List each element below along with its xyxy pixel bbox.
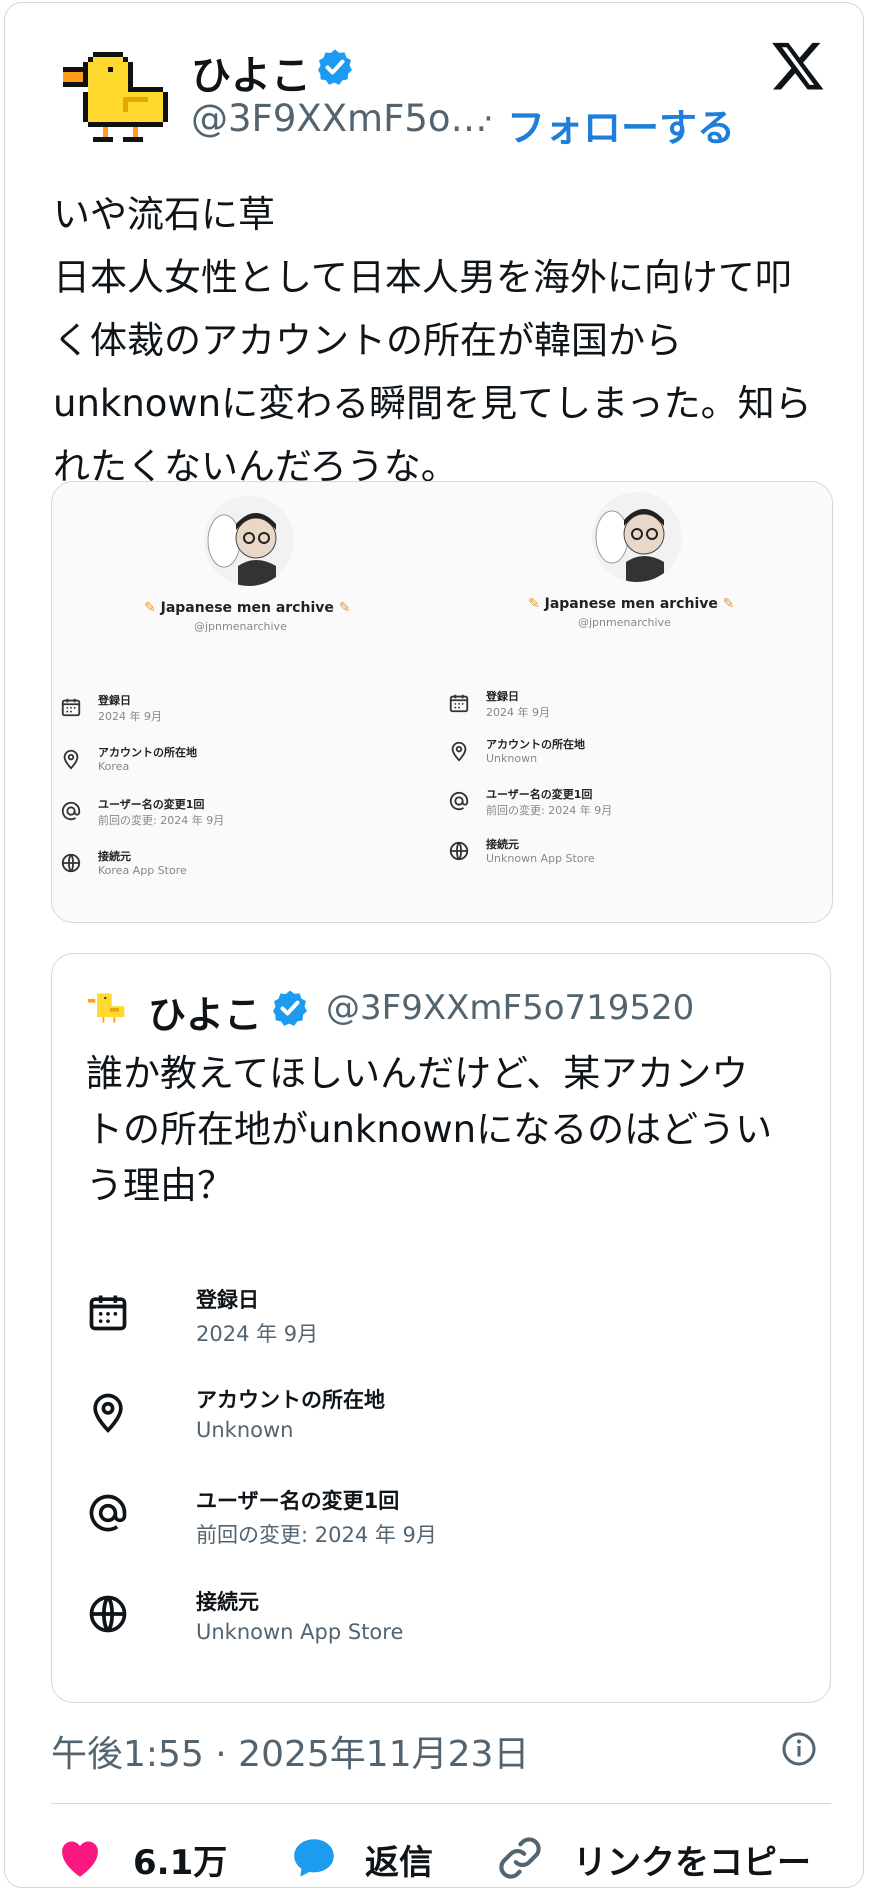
globe-icon <box>89 1595 127 1633</box>
divider <box>51 1803 831 1804</box>
location-pin-icon <box>451 741 467 762</box>
copy-link-button[interactable]: リンクをコピー <box>495 1829 825 1889</box>
reply-label: 返信 <box>365 1843 433 1883</box>
location-pin-icon <box>93 1393 123 1433</box>
verified-badge-icon <box>318 49 352 85</box>
profile-photo <box>204 496 294 586</box>
like-button[interactable]: 6.1万 <box>55 1829 228 1889</box>
separator-dot: · <box>483 99 494 139</box>
speech-bubble-icon <box>294 1839 334 1877</box>
chick-avatar[interactable] <box>63 47 173 147</box>
quoted-tweet[interactable]: ひよこ @3F9XXmF5o719520 誰か教えてほしいんだけど、某アカンウ … <box>51 953 831 1703</box>
calendar-icon <box>89 1295 127 1331</box>
tweet-card: ひよこ @3F9XXmF5o… · フォローする いや流石に草 日本人女性として… <box>4 2 864 1888</box>
profile-panel-after: ✎ Japanese men archive ✎ @jpnmenarchive … <box>442 482 832 922</box>
profile-handle: @jpnmenarchive <box>578 616 671 629</box>
globe-icon <box>449 841 469 861</box>
at-sign-icon <box>89 1494 127 1532</box>
profile-name: ✎ Japanese men archive ✎ <box>528 596 735 612</box>
copy-link-label: リンクをコピー <box>573 1843 811 1883</box>
x-logo-icon[interactable] <box>769 37 827 93</box>
reply-button[interactable]: 返信 <box>289 1829 449 1889</box>
chick-avatar <box>88 993 125 1023</box>
author-handle[interactable]: @3F9XXmF5o… <box>191 97 488 140</box>
author-name[interactable]: ひよこ <box>191 43 311 101</box>
post-timestamp[interactable]: 午後1:55 · 2025年11月23日 <box>51 1725 529 1777</box>
info-icon[interactable] <box>781 1731 817 1767</box>
attached-image[interactable]: ✎ Japanese men archive ✎ @jpnmenarchive … <box>51 481 833 923</box>
tweet-body-text: いや流石に草 日本人女性として日本人男を海外に向けて叩 く体裁のアカウントの所在… <box>53 193 812 488</box>
profile-name: ✎ Japanese men archive ✎ <box>144 600 351 616</box>
at-sign-icon <box>61 801 81 821</box>
globe-icon <box>61 853 81 873</box>
heart-icon <box>62 1841 98 1877</box>
quoted-author-name: ひよこ <box>148 993 263 1037</box>
link-icon <box>499 1837 541 1879</box>
like-count: 6.1万 <box>133 1843 228 1883</box>
calendar-icon <box>449 694 469 713</box>
at-sign-icon <box>449 791 469 811</box>
profile-photo <box>592 492 682 582</box>
follow-button[interactable]: フォローする <box>507 97 735 152</box>
quoted-author-handle: @3F9XXmF5o719520 <box>326 988 695 1028</box>
verified-badge-icon <box>273 990 307 1026</box>
profile-handle: @jpnmenarchive <box>194 620 287 633</box>
calendar-icon <box>61 698 81 717</box>
profile-panel-before: ✎ Japanese men archive ✎ @jpnmenarchive … <box>52 482 442 922</box>
quoted-tweet-text: 誰か教えてほしいんだけど、某アカンウ トの所在地がunknownになるのはどうい… <box>86 1052 773 1207</box>
location-pin-icon <box>63 749 79 770</box>
